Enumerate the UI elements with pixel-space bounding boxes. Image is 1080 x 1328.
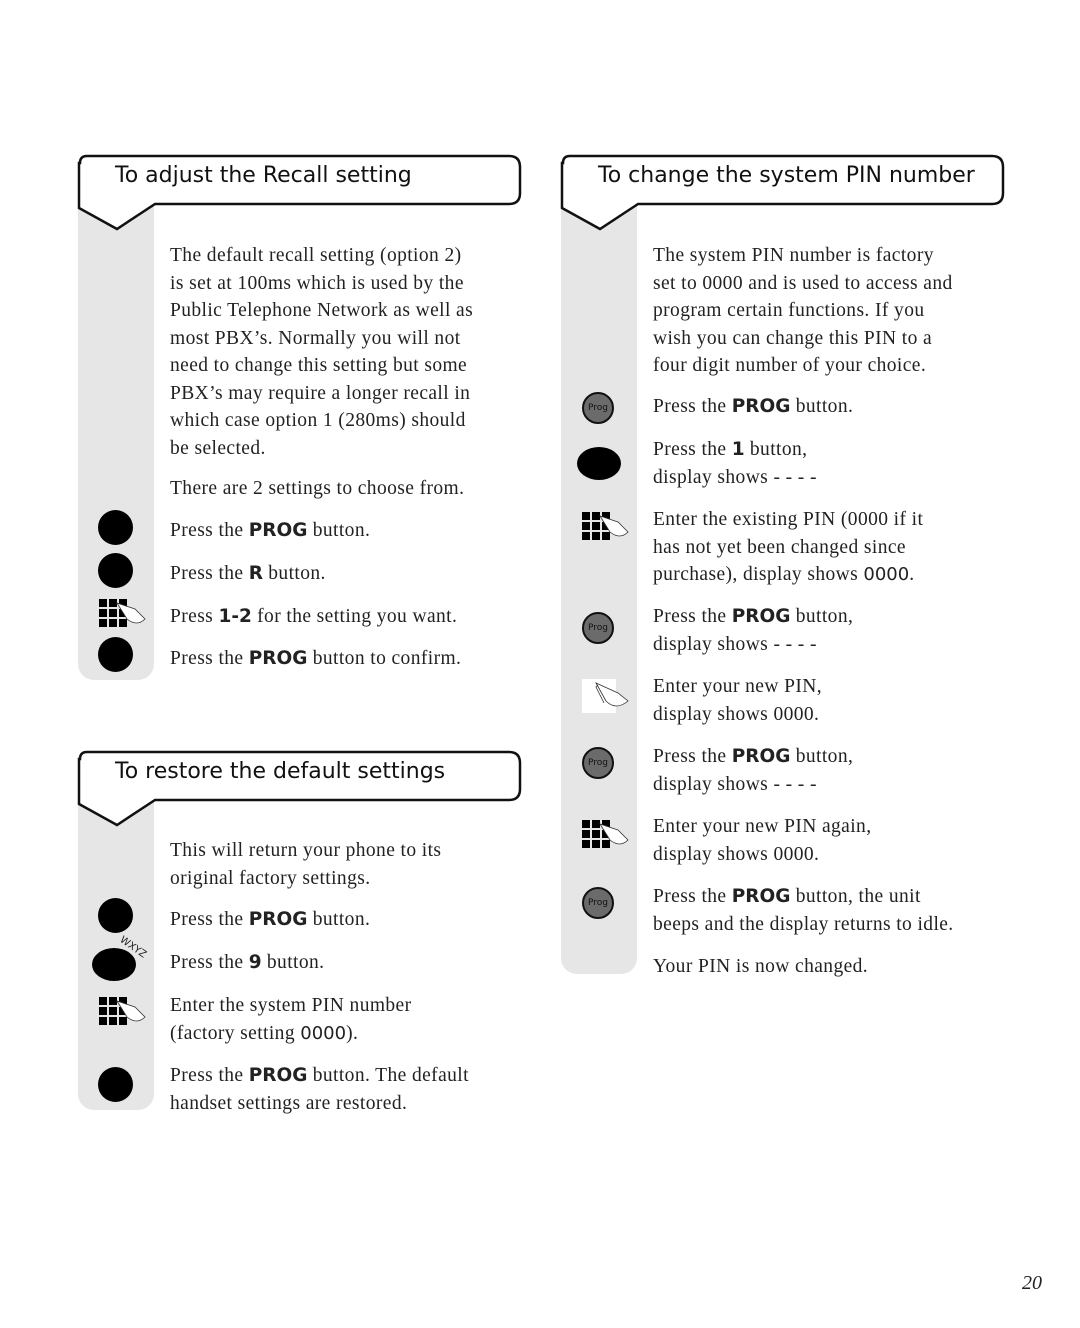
keypad-icon	[99, 599, 146, 627]
pin-step-4: Press the PROG button, display shows - -…	[653, 606, 854, 655]
recall-step-4: Press the PROG button to confirm.	[170, 648, 462, 669]
text-line: need to change this setting but some	[170, 355, 468, 376]
keypad-icon	[582, 820, 629, 848]
pin-step-3: Enter the existing PIN (0000 if it has n…	[653, 509, 924, 585]
pin-intro: The system PIN number is factory set to …	[653, 242, 953, 380]
restore-intro: This will return your phone to its origi…	[170, 837, 441, 892]
pin-step-2: Press the 1 button, display shows - - - …	[653, 439, 817, 488]
prog-button-icon: Prog	[582, 887, 614, 919]
recall-step-3: Press 1-2 for the setting you want.	[170, 606, 458, 627]
pin-step-6: Press the PROG button, display shows - -…	[653, 746, 854, 795]
pin-step-1: Press the PROG button.	[653, 396, 854, 417]
black-button-icon	[98, 637, 133, 672]
text-line: The default recall setting (option 2)	[170, 245, 462, 266]
pin-step-8: Press the PROG button, the unit beeps an…	[653, 886, 954, 935]
black-button-icon	[98, 898, 133, 933]
pin-icon-strip	[561, 204, 637, 974]
text-line: This will return your phone to its	[170, 840, 442, 861]
restore-step-4: Press the PROG button. The default hands…	[170, 1065, 469, 1114]
text-line: PBX’s may require a longer recall in	[170, 382, 471, 404]
recall-step-1: Press the PROG button.	[170, 520, 371, 541]
text-line: which case option 1 (280ms) should	[170, 410, 466, 431]
text-line: The system PIN number is factory	[653, 245, 934, 266]
wxyz-button-icon	[92, 948, 136, 981]
oval-button-icon	[577, 447, 621, 480]
restore-section-header: To restore the default settings	[77, 749, 523, 829]
text-line: is set at 100ms which is used by the	[170, 272, 464, 294]
prog-button-icon: Prog	[582, 747, 614, 779]
page-number: 20	[1022, 1272, 1042, 1294]
pin-step-5: Enter your new PIN, display shows 0000.	[653, 676, 822, 725]
prog-button-icon: Prog	[582, 612, 614, 644]
finger-press-icon	[582, 679, 629, 713]
pin-step-7: Enter your new PIN again, display shows …	[653, 816, 872, 865]
section-title: To adjust the Recall setting	[115, 163, 412, 188]
text-line: original factory settings.	[170, 867, 371, 889]
pin-section-header: To change the system PIN number	[560, 153, 1006, 233]
restore-step-3: Enter the system PIN number (factory set…	[170, 995, 412, 1044]
recall-section-header: To adjust the Recall setting	[77, 153, 523, 233]
section-title: To change the system PIN number	[598, 163, 975, 188]
keypad-icon	[99, 997, 146, 1025]
text-line: program certain functions. If you	[653, 300, 925, 321]
recall-note: There are 2 settings to choose from.	[170, 478, 465, 499]
text-line: set to 0000 and is used to access and	[653, 272, 953, 294]
recall-step-2: Press the R button.	[170, 563, 326, 584]
text-line: most PBX’s. Normally you will not	[170, 327, 461, 349]
pin-outro: Your PIN is now changed.	[653, 956, 869, 977]
black-button-icon	[98, 510, 133, 545]
text-line: be selected.	[170, 437, 266, 459]
text-line: four digit number of your choice.	[653, 355, 927, 376]
text-line: Public Telephone Network as well as	[170, 300, 474, 321]
keypad-icon	[582, 512, 629, 540]
black-button-icon	[98, 1067, 133, 1102]
black-button-icon	[98, 553, 133, 588]
prog-button-icon: Prog	[582, 392, 614, 424]
restore-step-1: Press the PROG button.	[170, 909, 371, 930]
recall-intro: The default recall setting (option 2) is…	[170, 242, 530, 462]
text-line: wish you can change this PIN to a	[653, 327, 933, 349]
restore-step-2: Press the 9 button.	[170, 952, 325, 973]
section-title: To restore the default settings	[115, 759, 446, 784]
